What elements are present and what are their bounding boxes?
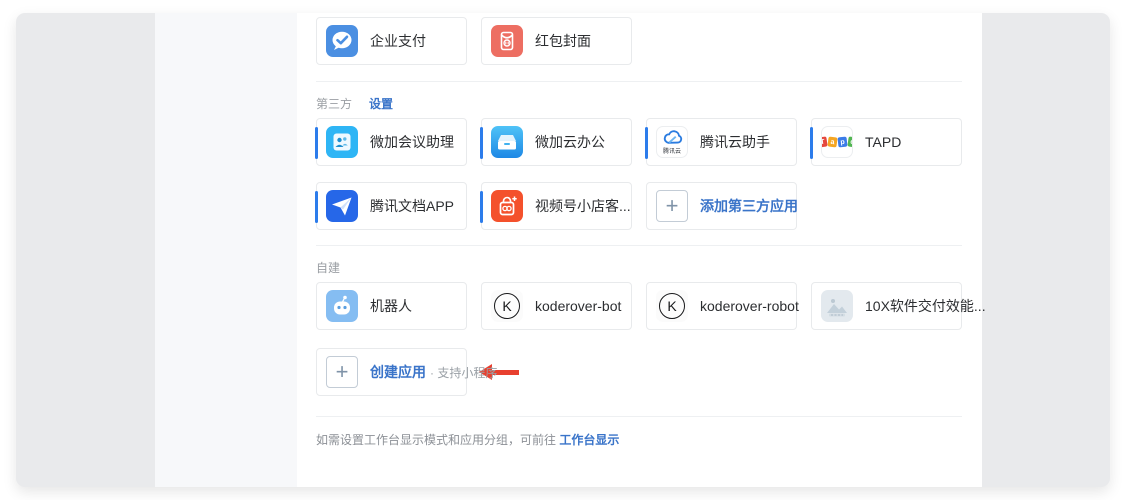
footer-note: 如需设置工作台显示模式和应用分组，可前往 工作台显示 <box>316 431 962 448</box>
app-card-koderover-bot[interactable]: K koderover-bot <box>481 282 632 330</box>
tapd-letter-tile: T <box>821 136 827 147</box>
app-card-red-packet-cover[interactable]: 红包封面 <box>481 17 632 65</box>
koderover-bot-icon: K <box>491 290 523 322</box>
section-divider <box>316 245 962 246</box>
self-built-row-1: 机器人 K koderover-bot K koderover-robot <box>316 282 962 330</box>
app-card-tencent-docs[interactable]: 腾讯文档APP <box>316 182 467 230</box>
app-card-label: 10X软件交付效能... <box>865 296 986 316</box>
create-app-row: + 创建应用 · 支持小程序 <box>316 348 962 396</box>
plus-icon: + <box>326 356 358 388</box>
app-list-panel: 企业支付 红包封面 第三方 <box>297 13 982 487</box>
left-side-panel <box>155 13 297 487</box>
app-card-label: koderover-robot <box>700 298 799 314</box>
robot-icon <box>326 290 358 322</box>
section-divider <box>316 81 962 82</box>
third-party-section-header: 第三方 设置 <box>316 95 962 112</box>
workbench-display-link[interactable]: 工作台显示 <box>559 433 619 447</box>
app-card-tencent-cloud-assistant[interactable]: 腾讯云 腾讯云助手 <box>646 118 797 166</box>
channels-shop-icon <box>491 190 523 222</box>
red-packet-icon <box>491 25 523 57</box>
tapd-letter-tile: p <box>837 137 847 148</box>
koderover-robot-icon: K <box>656 290 688 322</box>
native-apps-row: 企业支付 红包封面 <box>316 17 962 65</box>
third-party-row-2: 腾讯文档APP 视频号小店客... + <box>316 182 962 230</box>
app-card-10x-delivery[interactable]: 10X软件交付效能... <box>811 282 962 330</box>
create-app-label: 创建应用 <box>370 362 426 382</box>
enterprise-pay-icon <box>326 25 358 57</box>
k-letter: K <box>494 293 520 319</box>
add-third-party-app-label: 添加第三方应用 <box>700 196 798 216</box>
tencent-docs-icon <box>326 190 358 222</box>
third-party-row-1: 微加会议助理 微加云办公 <box>316 118 962 166</box>
app-card-label: koderover-bot <box>535 298 621 314</box>
tencent-cloud-icon: 腾讯云 <box>656 126 688 158</box>
tapd-icon: T a p d <box>821 126 853 158</box>
cloud-office-icon <box>491 126 523 158</box>
create-app-hint: · 支持小程序 <box>430 364 497 381</box>
meeting-assistant-icon <box>326 126 358 158</box>
app-card-koderover-robot[interactable]: K koderover-robot <box>646 282 797 330</box>
tencent-cloud-icon-caption: 腾讯云 <box>657 149 687 156</box>
app-card-robot[interactable]: 机器人 <box>316 282 467 330</box>
app-card-label: 腾讯文档APP <box>370 196 454 216</box>
add-third-party-app-button[interactable]: + 添加第三方应用 <box>646 182 797 230</box>
workbench-app-settings-page: 企业支付 红包封面 第三方 <box>0 0 1127 500</box>
app-card-label: 微加会议助理 <box>370 132 454 152</box>
footer-text: 如需设置工作台显示模式和应用分组，可前往 <box>316 433 559 447</box>
app-card-label: 视频号小店客... <box>535 196 631 216</box>
app-card-label: 红包封面 <box>535 31 591 51</box>
app-card-label: 机器人 <box>370 296 412 316</box>
plus-icon: + <box>656 190 688 222</box>
app-card-label: 腾讯云助手 <box>700 132 770 152</box>
app-card-tapd[interactable]: T a p d TAPD <box>811 118 962 166</box>
tapd-letter-tile: d <box>847 136 853 147</box>
third-party-settings-link[interactable]: 设置 <box>369 95 393 112</box>
app-card-label: TAPD <box>865 134 901 150</box>
k-letter: K <box>659 293 685 319</box>
app-card-cloud-office[interactable]: 微加云办公 <box>481 118 632 166</box>
self-built-section-title: 自建 <box>316 259 340 276</box>
content-backdrop: 企业支付 红包封面 第三方 <box>16 13 1110 487</box>
footer-divider <box>316 416 962 417</box>
app-card-label: 微加云办公 <box>535 132 605 152</box>
placeholder-image-icon <box>821 290 853 322</box>
app-card-enterprise-pay[interactable]: 企业支付 <box>316 17 467 65</box>
create-app-button[interactable]: + 创建应用 · 支持小程序 <box>316 348 467 396</box>
third-party-section-title: 第三方 <box>316 95 352 112</box>
app-card-meeting-assistant[interactable]: 微加会议助理 <box>316 118 467 166</box>
self-built-section-header: 自建 <box>316 259 962 276</box>
tapd-letter-tile: a <box>827 136 837 147</box>
app-card-label: 企业支付 <box>370 31 426 51</box>
app-card-channels-shop[interactable]: 视频号小店客... <box>481 182 632 230</box>
